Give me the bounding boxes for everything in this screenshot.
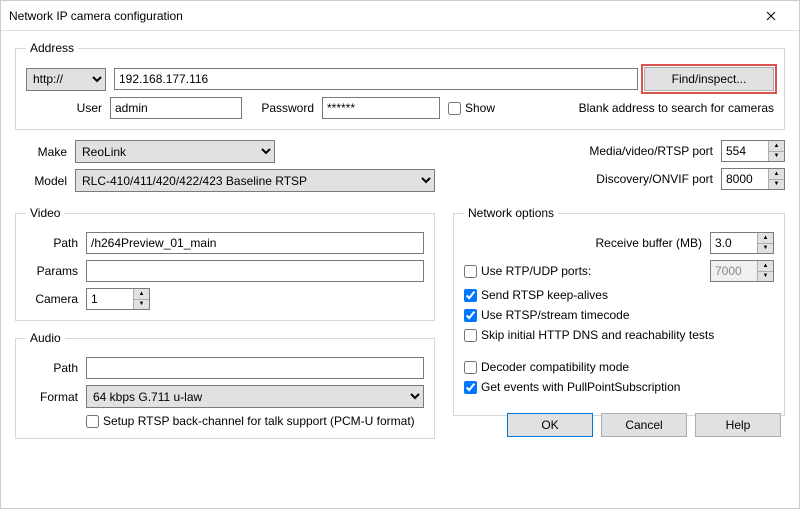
spin-up-icon[interactable]: ▲ [758, 233, 773, 244]
decoder-checkbox[interactable]: Decoder compatibility mode [464, 360, 629, 374]
video-camera-label: Camera [26, 292, 86, 306]
audio-legend: Audio [26, 331, 65, 345]
spin-up-icon[interactable]: ▲ [769, 141, 784, 152]
address-hint: Blank address to search for cameras [579, 101, 774, 115]
decoder-label: Decoder compatibility mode [481, 360, 629, 374]
address-group: Address http:// Find/inspect... User Pas… [15, 41, 785, 130]
password-input[interactable] [322, 97, 440, 119]
scheme-select[interactable]: http:// [26, 68, 106, 91]
password-label: Password [242, 101, 322, 115]
audio-path-label: Path [26, 361, 86, 375]
rtsp-port-spinner[interactable]: ▲▼ [721, 140, 785, 162]
help-button[interactable]: Help [695, 413, 781, 437]
keepalive-box[interactable] [464, 289, 477, 302]
keepalive-checkbox[interactable]: Send RTSP keep-alives [464, 288, 608, 302]
timecode-box[interactable] [464, 309, 477, 322]
spin-up-icon[interactable]: ▲ [134, 289, 149, 300]
onvif-port-spinner[interactable]: ▲▼ [721, 168, 785, 190]
skipdns-box[interactable] [464, 329, 477, 342]
make-label: Make [15, 145, 75, 159]
spin-down-icon[interactable]: ▼ [134, 300, 149, 310]
show-password-checkbox[interactable]: Show [448, 101, 495, 115]
user-input[interactable] [110, 97, 242, 119]
onvif-port-label: Discovery/ONVIF port [596, 172, 713, 186]
rtsp-port-label: Media/video/RTSP port [589, 144, 713, 158]
recvbuf-input[interactable] [711, 233, 757, 253]
address-legend: Address [26, 41, 78, 55]
camera-spinner[interactable]: ▲▼ [86, 288, 150, 310]
close-icon [766, 11, 776, 21]
close-button[interactable] [751, 4, 791, 28]
host-input[interactable] [114, 68, 638, 90]
model-select[interactable]: RLC-410/411/420/422/423 Baseline RTSP [75, 169, 435, 192]
pullpoint-checkbox[interactable]: Get events with PullPointSubscription [464, 380, 680, 394]
pullpoint-box[interactable] [464, 381, 477, 394]
decoder-box[interactable] [464, 361, 477, 374]
video-path-label: Path [26, 236, 86, 250]
audio-format-select[interactable]: 64 kbps G.711 u-law [86, 385, 424, 408]
spin-down-icon[interactable]: ▼ [769, 180, 784, 190]
spin-down-icon[interactable]: ▼ [758, 244, 773, 254]
titlebar: Network IP camera configuration [1, 1, 799, 31]
user-label: User [26, 101, 110, 115]
video-group: Video Path Params Camera ▲▼ [15, 206, 435, 321]
keepalive-label: Send RTSP keep-alives [481, 288, 608, 302]
audio-format-label: Format [26, 390, 86, 404]
video-legend: Video [26, 206, 64, 220]
make-select[interactable]: ReoLink [75, 140, 275, 163]
backchannel-box[interactable] [86, 415, 99, 428]
audio-path-input[interactable] [86, 357, 424, 379]
camera-input[interactable] [87, 289, 133, 309]
skipdns-checkbox[interactable]: Skip initial HTTP DNS and reachability t… [464, 328, 714, 342]
cancel-button[interactable]: Cancel [601, 413, 687, 437]
ok-button[interactable]: OK [507, 413, 593, 437]
backchannel-label: Setup RTSP back-channel for talk support… [103, 414, 415, 428]
use-rtp-label: Use RTP/UDP ports: [481, 264, 591, 278]
spin-down-icon: ▼ [758, 272, 773, 282]
pullpoint-label: Get events with PullPointSubscription [481, 380, 680, 394]
video-path-input[interactable] [86, 232, 424, 254]
skipdns-label: Skip initial HTTP DNS and reachability t… [481, 328, 714, 342]
rtp-port-spinner: ▲▼ [710, 260, 774, 282]
recvbuf-spinner[interactable]: ▲▼ [710, 232, 774, 254]
audio-group: Audio Path Format 64 kbps G.711 u-law Se… [15, 331, 435, 439]
video-params-label: Params [26, 264, 86, 278]
recvbuf-label: Receive buffer (MB) [596, 236, 702, 250]
video-params-input[interactable] [86, 260, 424, 282]
netopt-legend: Network options [464, 206, 558, 220]
spin-up-icon: ▲ [758, 261, 773, 272]
show-password-box[interactable] [448, 102, 461, 115]
backchannel-checkbox[interactable]: Setup RTSP back-channel for talk support… [86, 414, 415, 428]
show-password-label: Show [465, 101, 495, 115]
rtsp-port-input[interactable] [722, 141, 768, 161]
onvif-port-input[interactable] [722, 169, 768, 189]
spin-down-icon[interactable]: ▼ [769, 152, 784, 162]
window-title: Network IP camera configuration [9, 9, 751, 23]
timecode-checkbox[interactable]: Use RTSP/stream timecode [464, 308, 630, 322]
rtp-port-input [711, 261, 757, 281]
network-options-group: Network options Receive buffer (MB) ▲▼ U… [453, 206, 785, 416]
spin-up-icon[interactable]: ▲ [769, 169, 784, 180]
dialog-buttons: OK Cancel Help [507, 413, 781, 437]
find-inspect-button[interactable]: Find/inspect... [644, 67, 774, 91]
use-rtp-box[interactable] [464, 265, 477, 278]
use-rtp-checkbox[interactable]: Use RTP/UDP ports: [464, 264, 710, 278]
timecode-label: Use RTSP/stream timecode [481, 308, 630, 322]
model-label: Model [15, 174, 75, 188]
